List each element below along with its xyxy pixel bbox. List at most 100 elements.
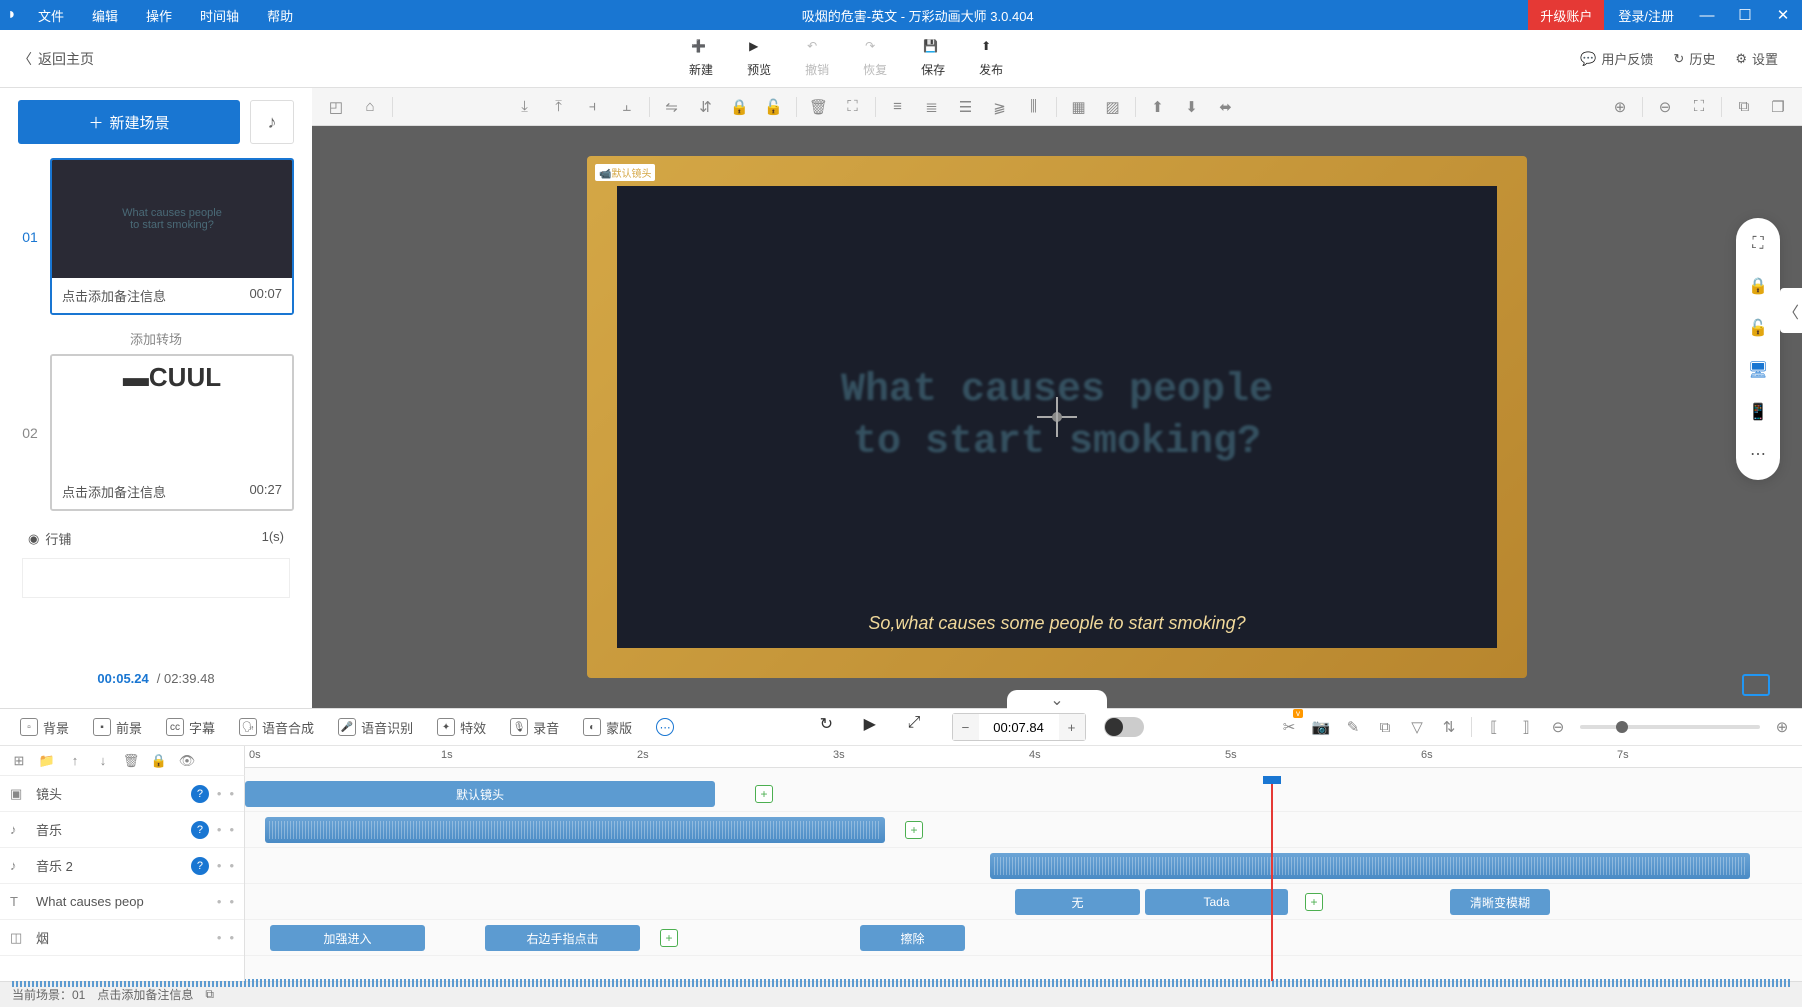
copy-icon[interactable]: ⧉ [1728, 92, 1760, 122]
menu-file[interactable]: 文件 [24, 6, 78, 25]
more-icon[interactable]: ⋯ [1746, 442, 1770, 466]
desktop-icon[interactable]: 🖥 [1746, 358, 1770, 382]
clip-music[interactable] [990, 853, 1750, 879]
time-plus-button[interactable]: + [1059, 714, 1085, 740]
mobile-icon[interactable]: 📱 [1746, 400, 1770, 424]
flip-h-icon[interactable]: ⇋ [656, 92, 688, 122]
fullscreen-icon[interactable]: ⛶ [1746, 232, 1770, 256]
status-note[interactable]: 点击添加备注信息 [97, 986, 193, 1003]
help-icon[interactable]: ? [191, 785, 209, 803]
tracks-area[interactable]: 默认镜头 + + 无 Tada + 清晰变模糊 加强进入 右边手指点击 + 擦除 [245, 776, 1802, 981]
maximize-button[interactable]: ☐ [1726, 6, 1764, 24]
tool-bracket-r-icon[interactable]: ⟧ [1516, 717, 1536, 737]
flip-v-icon[interactable]: ⇵ [690, 92, 722, 122]
layer-down-icon[interactable]: ⬇ [1176, 92, 1208, 122]
tool-filter-icon[interactable]: ▽ [1407, 717, 1427, 737]
undo-button[interactable]: ↶撤销 [805, 39, 829, 78]
ungroup-icon[interactable]: ▨ [1097, 92, 1129, 122]
add-keyframe-button[interactable]: + [1305, 893, 1323, 911]
menu-timeline[interactable]: 时间轴 [186, 6, 253, 25]
align-r-icon[interactable]: ☰ [950, 92, 982, 122]
stage-expand-button[interactable]: ⌄ [1007, 690, 1107, 710]
scene-card[interactable]: ▬CUUL 点击添加备注信息00:27 [50, 354, 294, 511]
tool-edit-icon[interactable]: ✎ [1343, 717, 1363, 737]
loop-toggle[interactable] [1104, 717, 1144, 737]
publish-button[interactable]: ⬆发布 [979, 39, 1003, 78]
tool-sort-icon[interactable]: ⇅ [1439, 717, 1459, 737]
menu-action[interactable]: 操作 [132, 6, 186, 25]
clip-wipe[interactable]: 擦除 [860, 925, 965, 951]
add-keyframe-button[interactable]: + [660, 929, 678, 947]
add-transition[interactable]: 添加转场 [18, 323, 294, 354]
timeline-ruler[interactable]: 0s 1s 2s 3s 4s 5s 6s 7s [245, 746, 1802, 768]
zoom-slider[interactable] [1580, 725, 1760, 729]
message-icon[interactable] [1742, 674, 1770, 696]
menu-edit[interactable]: 编辑 [78, 6, 132, 25]
play-aux-row[interactable]: ◉行铺 1(s) [18, 519, 294, 558]
tool-zoomout-icon[interactable]: ⊖ [1548, 717, 1568, 737]
clip-camera[interactable]: 默认镜头 [245, 781, 715, 807]
align-vcenter-icon[interactable]: ⫞ [577, 92, 609, 122]
align-c-icon[interactable]: ≣ [916, 92, 948, 122]
record-button[interactable]: 🎙录音 [500, 718, 569, 737]
panel-expand-button[interactable]: 〈 [1780, 288, 1802, 333]
clip-finger[interactable]: 右边手指点击 [485, 925, 640, 951]
clip-enter[interactable]: 加强进入 [270, 925, 425, 951]
eye-icon[interactable]: 👁 [178, 752, 196, 770]
add-keyframe-button[interactable]: + [905, 821, 923, 839]
new-scene-button[interactable]: ＋新建场景 [18, 100, 240, 144]
paste-icon[interactable]: ❐ [1762, 92, 1794, 122]
dist-v-icon[interactable]: ⫺ [984, 92, 1016, 122]
bg-button[interactable]: ▫背景 [10, 718, 79, 737]
copy-icon[interactable]: ⧉ [205, 987, 214, 1002]
crop-icon[interactable]: ⛶ [837, 92, 869, 122]
close-button[interactable]: ✕ [1764, 6, 1802, 24]
music-button[interactable]: ♪ [250, 100, 294, 144]
play-button[interactable]: ▶ [864, 714, 890, 740]
minimize-button[interactable]: — [1688, 7, 1726, 24]
track-label-camera[interactable]: ▣镜头?•• [0, 776, 244, 812]
lock-icon[interactable]: 🔒 [724, 92, 756, 122]
mask-button[interactable]: ◐蒙版 [573, 718, 642, 737]
home-icon[interactable]: ⌂ [354, 92, 386, 122]
down-icon[interactable]: ↓ [94, 752, 112, 770]
align-hcenter-icon[interactable]: ⫠ [611, 92, 643, 122]
group-icon[interactable]: ▦ [1063, 92, 1095, 122]
clip-text-blur[interactable]: 清晰变模糊 [1450, 889, 1550, 915]
more-button[interactable]: ⋯ [646, 718, 684, 736]
track-label-text[interactable]: TWhat causes peop•• [0, 884, 244, 920]
up-icon[interactable]: ↑ [66, 752, 84, 770]
playhead[interactable] [1271, 776, 1273, 981]
fg-button[interactable]: ▪前景 [83, 718, 152, 737]
tool-copy-icon[interactable]: ⧉ [1375, 717, 1395, 737]
feedback-button[interactable]: 💬用户反馈 [1580, 49, 1653, 68]
preview-button[interactable]: ▶预览 [747, 39, 771, 78]
time-minus-button[interactable]: − [953, 714, 979, 740]
fullscreen-play-button[interactable]: ⤢ [908, 714, 934, 740]
clip-text-none[interactable]: 无 [1015, 889, 1140, 915]
subtitle-button[interactable]: cc字幕 [156, 718, 225, 737]
layer-up-icon[interactable]: ⬆ [1142, 92, 1174, 122]
dist-h-icon[interactable]: ⫼ [1018, 92, 1050, 122]
back-home-button[interactable]: 〈 返回主页 [0, 49, 112, 69]
time-value[interactable]: 00:07.84 [979, 720, 1059, 735]
add-keyframe-button[interactable]: + [755, 785, 773, 803]
stage[interactable]: 📹默认镜头 What causes people to start smokin… [312, 126, 1802, 708]
fit-icon[interactable]: ⛶ [1683, 92, 1715, 122]
login-register[interactable]: 登录/注册 [1604, 6, 1688, 25]
align-top-icon[interactable]: ⤒ [543, 92, 575, 122]
asr-button[interactable]: 🎤语音识别 [328, 718, 423, 737]
zoom-out-icon[interactable]: ⊖ [1649, 92, 1681, 122]
upgrade-button[interactable]: 升级账户 [1528, 0, 1604, 30]
menu-help[interactable]: 帮助 [253, 6, 307, 25]
tool-bracket-l-icon[interactable]: ⟦ [1484, 717, 1504, 737]
tts-button[interactable]: 🗣语音合成 [229, 718, 324, 737]
clip-music[interactable] [265, 817, 885, 843]
delete-icon[interactable]: 🗑 [803, 92, 835, 122]
track-label-music[interactable]: ♪音乐?•• [0, 812, 244, 848]
unlock-icon[interactable]: 🔓 [758, 92, 790, 122]
replay-button[interactable]: ↻ [820, 714, 846, 740]
settings-button[interactable]: ⚙设置 [1735, 49, 1778, 68]
tool-cut-icon[interactable]: ✂ [1279, 717, 1299, 737]
align-bottom-icon[interactable]: ⤓ [509, 92, 541, 122]
